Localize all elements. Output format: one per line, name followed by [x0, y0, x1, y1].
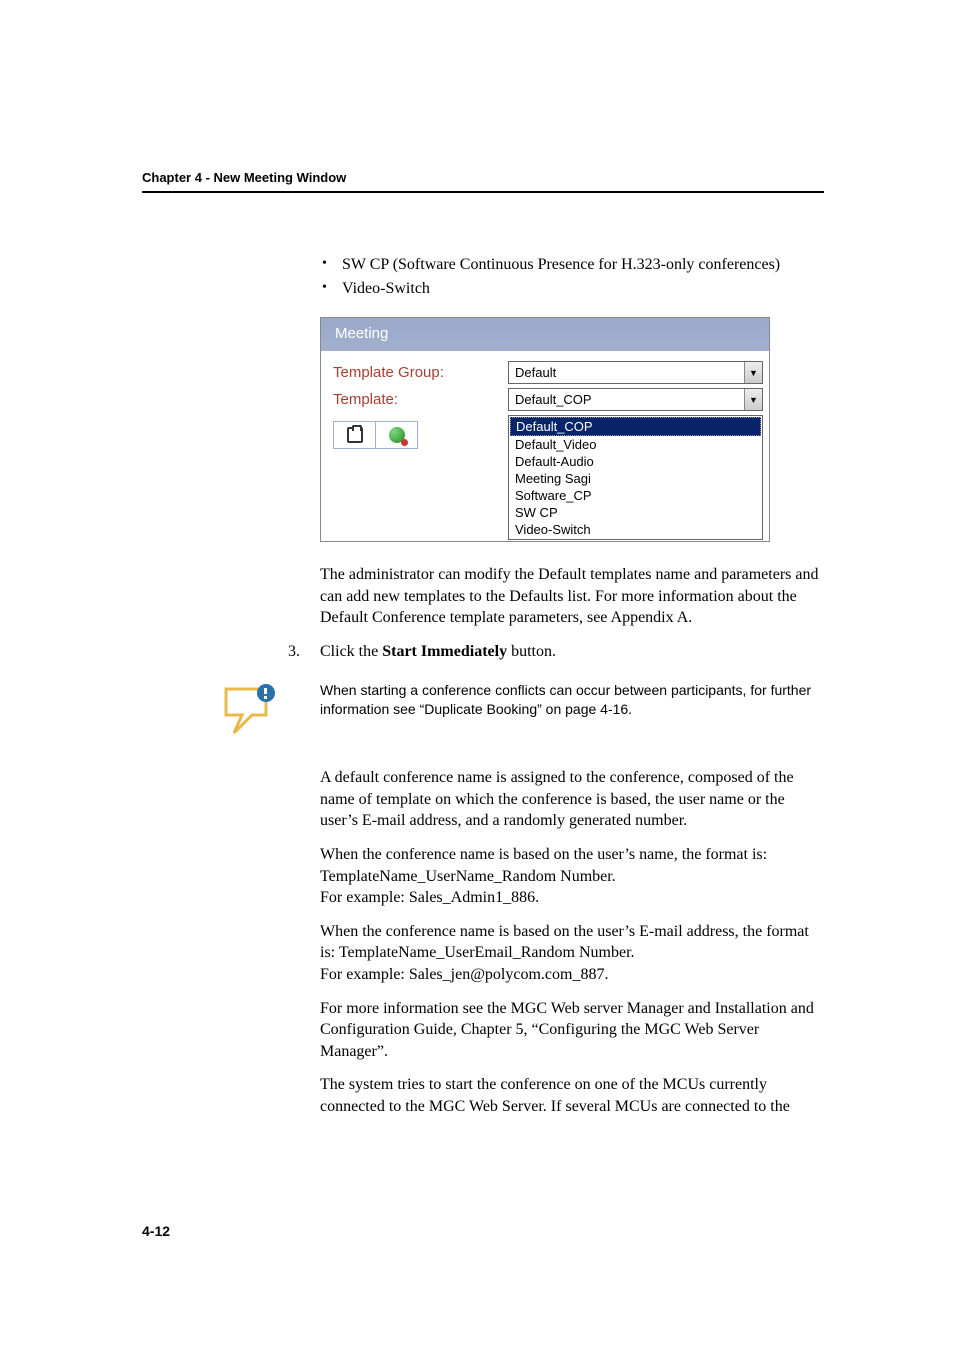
- body-paragraph: When the conference name is based on the…: [320, 844, 824, 909]
- body-paragraph: A default conference name is assigned to…: [320, 767, 824, 832]
- note-text: When starting a conference conflicts can…: [320, 681, 824, 719]
- clipboard-button[interactable]: [334, 422, 376, 448]
- numbered-step: 3. Click the Start Immediately button.: [288, 641, 824, 663]
- body-paragraph: The administrator can modify the Default…: [320, 564, 824, 629]
- dropdown-option[interactable]: SW CP: [510, 504, 761, 521]
- dropdown-option[interactable]: Video-Switch: [510, 521, 761, 538]
- body-paragraph: The system tries to start the conference…: [320, 1074, 824, 1117]
- dropdown-option[interactable]: Software_CP: [510, 487, 761, 504]
- step-text-bold: Start Immediately: [382, 643, 507, 660]
- step-number: 3.: [288, 641, 320, 663]
- dropdown-option[interactable]: Default-Audio: [510, 453, 761, 470]
- template-dropdown-list[interactable]: Default_COP Default_Video Default-Audio …: [508, 415, 763, 540]
- clipboard-icon: [347, 427, 363, 443]
- meeting-widget-title: Meeting: [321, 318, 769, 351]
- body-paragraph: For more information see the MGC Web ser…: [320, 998, 824, 1063]
- bullet-list: SW CP (Software Continuous Presence for …: [320, 253, 824, 301]
- header-rule: [142, 191, 824, 193]
- template-group-row: Template Group: Default ▼: [321, 361, 769, 388]
- dropdown-option[interactable]: Default_COP: [510, 417, 761, 436]
- template-row: Template: Default_COP ▼: [321, 388, 769, 415]
- document-page: Chapter 4 - New Meeting Window SW CP (So…: [0, 0, 954, 1189]
- step-text-post: button.: [507, 643, 556, 660]
- template-group-value: Default: [509, 365, 744, 380]
- meeting-widget: Meeting Template Group: Default ▼ Templa…: [320, 317, 770, 542]
- note-block: When starting a conference conflicts can…: [222, 681, 824, 743]
- dropdown-arrow-icon[interactable]: ▼: [744, 389, 762, 410]
- globe-icon: [389, 427, 405, 443]
- template-select[interactable]: Default_COP ▼: [508, 388, 763, 411]
- content-column: SW CP (Software Continuous Presence for …: [320, 253, 824, 1117]
- page-number: 4-12: [142, 1223, 170, 1239]
- template-label: Template:: [333, 391, 508, 408]
- template-group-select[interactable]: Default ▼: [508, 361, 763, 384]
- icon-toolbar: [333, 421, 418, 449]
- dropdown-option[interactable]: Default_Video: [510, 436, 761, 453]
- chapter-header: Chapter 4 - New Meeting Window: [142, 170, 824, 185]
- dropdown-option[interactable]: Meeting Sagi: [510, 470, 761, 487]
- bullet-item: Video-Switch: [320, 277, 824, 301]
- globe-button[interactable]: [376, 422, 417, 448]
- template-value: Default_COP: [509, 392, 744, 407]
- bullet-item: SW CP (Software Continuous Presence for …: [320, 253, 824, 277]
- template-group-label: Template Group:: [333, 364, 508, 381]
- body-paragraph: When the conference name is based on the…: [320, 921, 824, 986]
- note-icon: [222, 681, 282, 743]
- dropdown-arrow-icon[interactable]: ▼: [744, 362, 762, 383]
- step-text-pre: Click the: [320, 643, 382, 660]
